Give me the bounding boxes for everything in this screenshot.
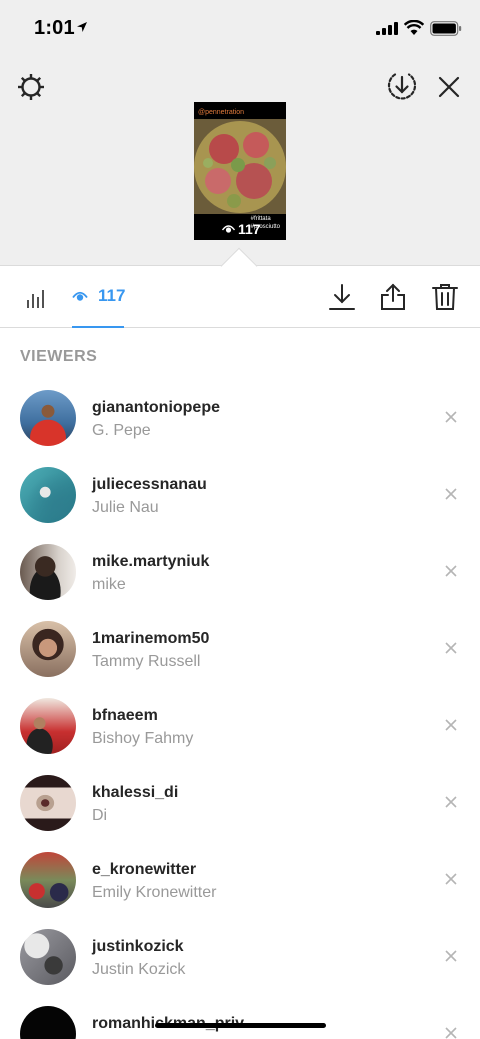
- gear-icon[interactable]: [16, 72, 46, 102]
- share-icon[interactable]: [379, 283, 407, 311]
- viewer-username[interactable]: 1marinemom50: [92, 630, 209, 648]
- viewer-username[interactable]: mike.martyniuk: [92, 553, 209, 571]
- viewer-username[interactable]: gianantoniopepe: [92, 399, 220, 417]
- avatar[interactable]: [20, 929, 76, 985]
- eye-icon: [72, 291, 88, 301]
- remove-viewer-icon[interactable]: [444, 949, 458, 963]
- viewer-row[interactable]: 1marinemom50 Tammy Russell: [0, 621, 480, 698]
- download-icon[interactable]: [328, 283, 356, 311]
- avatar[interactable]: [20, 698, 76, 754]
- avatar[interactable]: [20, 390, 76, 446]
- home-indicator[interactable]: [155, 1023, 326, 1028]
- tab-viewers[interactable]: 117: [72, 286, 125, 306]
- viewer-username[interactable]: e_kronewitter: [92, 861, 196, 879]
- avatar[interactable]: [20, 1006, 76, 1039]
- avatar[interactable]: [20, 852, 76, 908]
- viewer-username[interactable]: bfnaeem: [92, 707, 158, 725]
- remove-viewer-icon[interactable]: [444, 641, 458, 655]
- viewer-full-name: Bishoy Fahmy: [92, 730, 194, 747]
- view-count-text: 117: [238, 221, 261, 237]
- status-time: 1:01: [34, 17, 75, 39]
- insights-icon[interactable]: [26, 288, 46, 308]
- viewer-username[interactable]: justinkozick: [92, 938, 184, 956]
- remove-viewer-icon[interactable]: [444, 487, 458, 501]
- remove-viewer-icon[interactable]: [444, 410, 458, 424]
- avatar[interactable]: [20, 467, 76, 523]
- remove-viewer-icon[interactable]: [444, 872, 458, 886]
- viewer-row[interactable]: juliecessnanau Julie Nau: [0, 467, 480, 544]
- story-preview-area: 1:01 @pennetration #frittata #prosciutto…: [0, 0, 480, 265]
- remove-viewer-icon[interactable]: [444, 1026, 458, 1039]
- save-story-icon[interactable]: [386, 70, 418, 104]
- story-view-count: 117: [222, 221, 261, 237]
- viewer-full-name: Di: [92, 807, 108, 824]
- remove-viewer-icon[interactable]: [444, 718, 458, 732]
- trash-icon[interactable]: [432, 283, 458, 311]
- viewer-row[interactable]: mike.martyniuk mike: [0, 544, 480, 621]
- status-bar: 1:01: [0, 0, 480, 60]
- viewer-full-name: mike: [92, 576, 126, 593]
- signal-icon: [376, 22, 398, 35]
- story-photo: [194, 119, 286, 214]
- eye-icon: [222, 225, 235, 233]
- wifi-icon: [404, 20, 424, 35]
- viewer-full-name: Justin Kozick: [92, 961, 186, 978]
- viewer-row[interactable]: gianantoniopepe G. Pepe: [0, 390, 480, 467]
- viewers-count: 117: [98, 286, 126, 305]
- avatar[interactable]: [20, 544, 76, 600]
- viewer-username[interactable]: khalessi_di: [92, 784, 178, 802]
- remove-viewer-icon[interactable]: [444, 564, 458, 578]
- viewer-row[interactable]: khalessi_di Di: [0, 775, 480, 852]
- active-tab-indicator: [72, 326, 124, 328]
- avatar[interactable]: [20, 775, 76, 831]
- viewer-full-name: Julie Nau: [92, 499, 159, 516]
- location-arrow-icon: [77, 22, 87, 32]
- viewers-header: VIEWERS: [20, 348, 98, 365]
- viewer-full-name: Emily Kronewitter: [92, 884, 217, 901]
- story-thumbnail-username: @pennetration: [198, 109, 245, 116]
- story-thumbnail[interactable]: @pennetration #frittata #prosciutto 117: [194, 102, 286, 240]
- close-icon[interactable]: [437, 75, 461, 99]
- viewer-row[interactable]: bfnaeem Bishoy Fahmy: [0, 698, 480, 775]
- avatar[interactable]: [20, 621, 76, 677]
- battery-icon: [430, 21, 462, 36]
- viewer-row[interactable]: e_kronewitter Emily Kronewitter: [0, 852, 480, 929]
- viewer-full-name: G. Pepe: [92, 422, 151, 439]
- remove-viewer-icon[interactable]: [444, 795, 458, 809]
- viewer-row[interactable]: justinkozick Justin Kozick: [0, 929, 480, 1006]
- viewer-username[interactable]: juliecessnanau: [92, 476, 207, 494]
- viewer-full-name: Tammy Russell: [92, 653, 201, 670]
